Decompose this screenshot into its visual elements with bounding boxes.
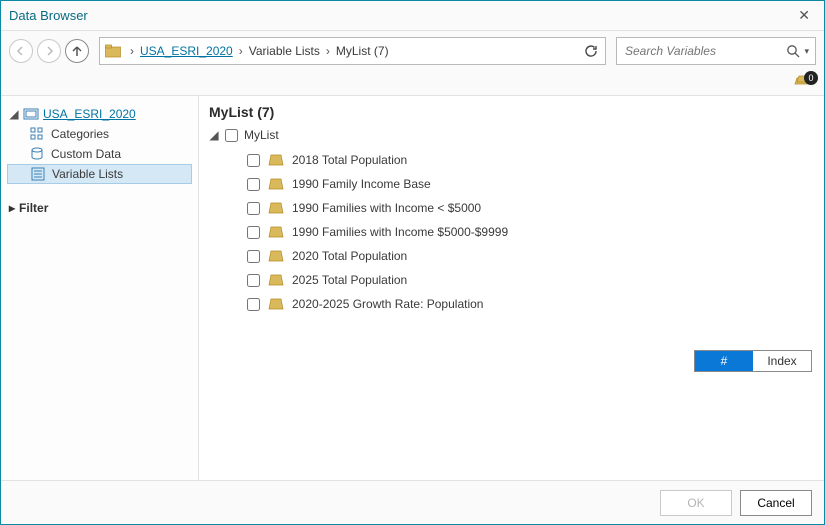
variable-row[interactable]: 1990 Family Income Base — [207, 172, 812, 196]
variable-label: 2020 Total Population — [292, 249, 407, 263]
sidebar-item-categories[interactable]: Categories — [7, 124, 192, 144]
breadcrumb-seg2[interactable]: MyList (7) — [334, 44, 391, 58]
footer: OK Cancel — [1, 480, 824, 524]
sidebar-item-variable-lists[interactable]: Variable Lists — [7, 164, 192, 184]
selection-badge-row: 0 — [1, 71, 824, 95]
list-root-checkbox[interactable] — [225, 129, 238, 142]
variable-checkbox[interactable] — [247, 274, 260, 287]
refresh-button[interactable] — [579, 39, 603, 63]
variable-checkbox[interactable] — [247, 298, 260, 311]
breadcrumb-root[interactable]: USA_ESRI_2020 — [138, 44, 235, 58]
chevron-right-icon[interactable]: › — [126, 44, 138, 58]
chevron-right-icon[interactable]: ▸ — [9, 201, 15, 215]
list-root-row[interactable]: ◢ MyList — [207, 126, 812, 148]
dataset-icon — [23, 108, 39, 120]
dropdown-icon[interactable]: ▾ — [804, 46, 809, 57]
variable-icon — [268, 249, 284, 263]
variable-checkbox[interactable] — [247, 226, 260, 239]
variable-icon — [268, 225, 284, 239]
data-browser-window: Data Browser ✕ › USA_ESRI_2020 › Variabl… — [0, 0, 825, 525]
grid-icon — [29, 127, 45, 141]
variable-icon — [268, 177, 284, 191]
sidebar-item-label: Categories — [51, 127, 109, 141]
variable-icon — [268, 201, 284, 215]
variable-row[interactable]: 2025 Total Population — [207, 268, 812, 292]
variable-icon — [268, 297, 284, 311]
variable-label: 1990 Families with Income $5000-$9999 — [292, 225, 508, 239]
variable-row[interactable]: 2020 Total Population — [207, 244, 812, 268]
variable-label: 2025 Total Population — [292, 273, 407, 287]
sidebar-item-custom-data[interactable]: Custom Data — [7, 144, 192, 164]
collapse-icon[interactable]: ◢ — [9, 107, 19, 121]
filter-label: Filter — [19, 201, 48, 215]
titlebar: Data Browser ✕ — [1, 1, 824, 31]
variable-checkbox[interactable] — [247, 178, 260, 191]
body: ◢ USA_ESRI_2020 Categories Custom Data — [1, 95, 824, 480]
variable-icon — [268, 153, 284, 167]
variable-row[interactable]: 2018 Total Population — [207, 148, 812, 172]
toolbar: › USA_ESRI_2020 › Variable Lists › MyLis… — [1, 31, 824, 71]
chevron-right-icon[interactable]: › — [235, 44, 247, 58]
sidebar-item-label: Custom Data — [51, 147, 121, 161]
variable-checkbox[interactable] — [247, 202, 260, 215]
main-panel: MyList (7) ◢ MyList 2018 Total Populatio… — [199, 96, 824, 480]
value-format-toggle[interactable]: # Index — [694, 350, 812, 372]
ok-button[interactable]: OK — [660, 490, 732, 516]
variable-checkbox[interactable] — [247, 250, 260, 263]
search-input[interactable] — [623, 43, 786, 59]
variable-label: 2018 Total Population — [292, 153, 407, 167]
list-icon — [30, 167, 46, 181]
variable-checkbox[interactable] — [247, 154, 260, 167]
variable-icon — [268, 273, 284, 287]
variable-row[interactable]: 1990 Families with Income $5000-$9999 — [207, 220, 812, 244]
search-icon[interactable] — [786, 44, 800, 58]
sidebar: ◢ USA_ESRI_2020 Categories Custom Data — [1, 96, 199, 480]
breadcrumb-bar[interactable]: › USA_ESRI_2020 › Variable Lists › MyLis… — [99, 37, 606, 65]
tree-root-node[interactable]: ◢ USA_ESRI_2020 — [7, 104, 192, 124]
stack-icon[interactable]: 0 — [792, 73, 814, 91]
nav-up-button[interactable] — [65, 39, 89, 63]
chevron-right-icon[interactable]: › — [322, 44, 334, 58]
sidebar-item-label: Variable Lists — [52, 167, 123, 181]
nav-back-button[interactable] — [9, 39, 33, 63]
selection-count-badge: 0 — [804, 71, 818, 85]
list-heading: MyList (7) — [209, 104, 812, 120]
variable-row[interactable]: 1990 Families with Income < $5000 — [207, 196, 812, 220]
close-button[interactable]: ✕ — [792, 3, 816, 28]
nav-forward-button[interactable] — [37, 39, 61, 63]
toggle-index[interactable]: Index — [753, 351, 811, 371]
variable-label: 1990 Families with Income < $5000 — [292, 201, 481, 215]
toggle-hash[interactable]: # — [695, 351, 753, 371]
breadcrumb-seg1[interactable]: Variable Lists — [247, 44, 322, 58]
tree-root-label: USA_ESRI_2020 — [43, 107, 136, 121]
window-title: Data Browser — [9, 8, 88, 23]
database-icon — [29, 147, 45, 161]
folder-icon — [104, 44, 122, 58]
collapse-icon[interactable]: ◢ — [209, 128, 219, 142]
search-box[interactable]: ▾ — [616, 37, 816, 65]
variable-row[interactable]: 2020-2025 Growth Rate: Population — [207, 292, 812, 316]
list-root-label: MyList — [244, 128, 279, 142]
cancel-button[interactable]: Cancel — [740, 490, 812, 516]
variable-label: 1990 Family Income Base — [292, 177, 431, 191]
variable-label: 2020-2025 Growth Rate: Population — [292, 297, 483, 311]
filter-section[interactable]: ▸ Filter — [7, 198, 192, 218]
